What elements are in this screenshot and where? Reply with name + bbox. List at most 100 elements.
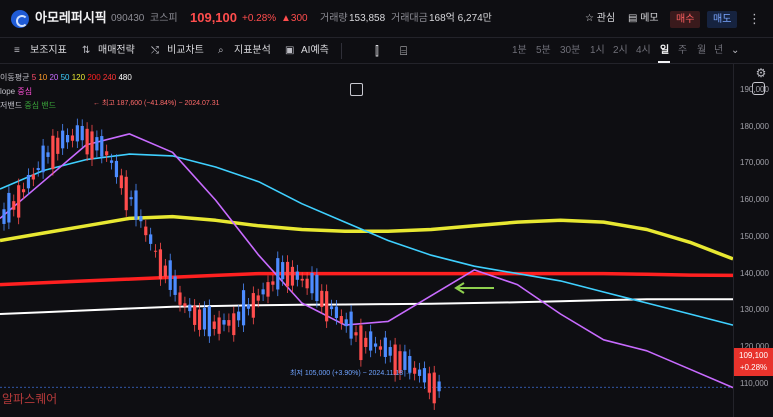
- price-axis-tick: 190,000: [740, 84, 769, 94]
- period-1min[interactable]: 1분: [512, 44, 527, 58]
- candle-body: [383, 337, 387, 357]
- candle-body: [61, 130, 65, 149]
- candle-body: [95, 137, 99, 151]
- market-label: 코스피: [150, 13, 178, 24]
- candle-icon[interactable]: ⫿: [375, 44, 379, 58]
- compare-icon: ⤭: [151, 45, 159, 56]
- candle-body: [295, 271, 299, 280]
- candle-body: [212, 321, 216, 329]
- ai-predict-menu[interactable]: ▣ AI예측: [285, 44, 329, 58]
- candle-body: [354, 332, 358, 336]
- candle-body: [227, 320, 231, 326]
- candle-body: [149, 234, 153, 244]
- memo-icon: ▤: [628, 13, 638, 24]
- compare-menu[interactable]: ⤭ 비교차트: [151, 44, 204, 58]
- volume-value: 153,858: [349, 13, 386, 24]
- period-month[interactable]: 월: [697, 44, 706, 58]
- candle-body: [373, 343, 378, 347]
- candle-body: [207, 306, 211, 337]
- period-day[interactable]: 일: [660, 44, 669, 58]
- sell-button[interactable]: 매도: [707, 11, 738, 28]
- candle-body: [65, 135, 70, 143]
- analysis-menu[interactable]: ⌕ 지표분석: [218, 44, 271, 58]
- chevron-down-icon[interactable]: ⌄: [731, 44, 739, 58]
- candle-body: [237, 311, 241, 321]
- period-1h[interactable]: 1시: [590, 44, 605, 58]
- candle-body: [232, 313, 236, 336]
- period-5min[interactable]: 5분: [536, 44, 551, 58]
- ma-legend-period[interactable]: 120: [72, 73, 88, 82]
- candle-body: [422, 368, 427, 383]
- memo-label: 메모: [640, 13, 659, 24]
- candle-body: [266, 282, 270, 297]
- candle-body: [75, 125, 79, 142]
- price-axis-tick: 170,000: [740, 158, 769, 168]
- candle-body: [388, 347, 392, 356]
- analysis-label: 지표분석: [234, 45, 271, 56]
- candle-body: [114, 160, 119, 178]
- candle-body: [119, 175, 123, 189]
- candle-body: [168, 260, 172, 290]
- candle-body: [276, 258, 280, 290]
- ma-legend-period[interactable]: 480: [118, 73, 131, 82]
- camera-icon[interactable]: ⌸: [400, 44, 407, 58]
- candle-body: [90, 131, 94, 160]
- ai-predict-label: AI예측: [301, 45, 329, 56]
- price-axis-tick: 110,000: [740, 378, 769, 388]
- ma-legend-period[interactable]: 20: [49, 73, 60, 82]
- candle-body: [7, 192, 11, 223]
- candle-body: [51, 135, 55, 169]
- candle-body: [163, 265, 167, 277]
- ma-line-200: [0, 271, 734, 287]
- candle-body: [12, 201, 16, 210]
- watermark: 알파스퀘어: [2, 392, 58, 406]
- period-30min[interactable]: 30분: [560, 44, 580, 58]
- candle-body: [378, 346, 383, 350]
- price-chart[interactable]: [0, 64, 773, 417]
- volume-label: 거래량: [320, 13, 348, 24]
- strategy-menu[interactable]: ⇅ 매매전략: [82, 44, 135, 58]
- ma-legend-period[interactable]: 50: [61, 73, 72, 82]
- period-week[interactable]: 주: [678, 44, 687, 58]
- amount-value: 168억 6,274만: [429, 13, 492, 24]
- period-4h[interactable]: 4시: [636, 44, 651, 58]
- candle-body: [349, 311, 353, 339]
- ma-legend-label: 이동평균: [0, 73, 30, 82]
- ma-legend-period[interactable]: 200: [87, 73, 103, 82]
- stock-name[interactable]: 아모레퍼시픽: [35, 11, 107, 25]
- settings-gear-icon[interactable]: ⚙: [754, 66, 768, 80]
- period-year[interactable]: 년: [714, 44, 723, 58]
- candle-body: [134, 190, 138, 220]
- candle-body: [124, 176, 128, 211]
- price-axis-tick: 150,000: [740, 231, 769, 241]
- candle-body: [105, 151, 109, 156]
- current-price-marker: 109,100 +0.28%: [734, 348, 773, 376]
- candle-body: [417, 369, 422, 376]
- buy-button[interactable]: 매수: [670, 11, 701, 28]
- candle-body: [2, 209, 6, 224]
- candle-body: [339, 316, 343, 324]
- more-icon[interactable]: ⋮: [748, 10, 761, 28]
- strategy-label: 매매전략: [98, 45, 135, 56]
- memo-button[interactable]: ▤ 메모: [628, 10, 659, 28]
- indicator-menu[interactable]: ≡ 보조지표: [14, 44, 67, 58]
- candle-body: [413, 367, 417, 374]
- change-amount: ▲300: [281, 13, 308, 24]
- candle-body: [310, 272, 314, 294]
- company-logo-icon: [11, 10, 29, 28]
- current-price-marker-change: +0.28%: [739, 363, 768, 372]
- ma-legend-period[interactable]: 240: [103, 73, 119, 82]
- candle-body: [21, 189, 26, 193]
- change-percent: +0.28%: [242, 13, 277, 24]
- period-2h[interactable]: 2시: [613, 44, 628, 58]
- candle-body: [26, 174, 31, 189]
- watch-button[interactable]: ☆ 관심: [585, 10, 615, 28]
- candle-body: [285, 261, 290, 287]
- candle-body: [246, 304, 251, 309]
- ma-legend-period[interactable]: 10: [38, 73, 49, 82]
- candle-body: [261, 289, 265, 295]
- stock-code: 090430: [111, 13, 145, 24]
- candle-body: [281, 262, 285, 280]
- price-axis-tick: 180,000: [740, 121, 769, 131]
- candle-body: [144, 226, 148, 236]
